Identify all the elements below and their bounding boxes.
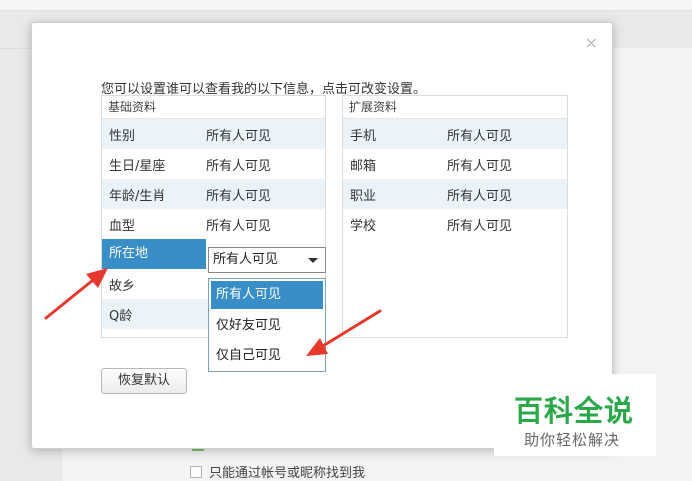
find-by-account-label: 只能通过帐号或昵称找到我 [209,466,366,481]
table-row[interactable]: 性别 所有人可见 [102,119,325,149]
visibility-value[interactable]: 所有人可见 [206,185,325,204]
option-everyone[interactable]: 所有人可见 [211,281,323,309]
field-label: 学校 [350,218,377,234]
visibility-value[interactable]: 所有人可见 [206,215,325,234]
table-row[interactable]: 职业 所有人可见 [343,179,567,209]
basic-info-header: 基础资料 [102,96,325,119]
visibility-value[interactable]: 所有人可见 [206,125,325,144]
field-label: 邮箱 [350,158,377,174]
field-label: 所在地 [102,239,206,269]
field-label: 生日/星座 [109,158,166,174]
watermark-subtitle: 助你轻松解决 [524,431,621,449]
find-by-account-checkbox[interactable] [190,465,202,478]
visibility-value[interactable]: 所有人可见 [447,125,567,144]
field-label: 血型 [109,218,136,234]
field-label: 手机 [350,128,377,144]
table-row[interactable]: 生日/星座 所有人可见 [102,149,325,179]
visibility-dropdown: 所有人可见 仅好友可见 仅自己可见 [208,278,326,372]
visibility-value[interactable]: 所有人可见 [447,155,567,174]
visibility-value[interactable]: 所有人可见 [447,185,567,204]
table-row[interactable]: 年龄/生肖 所有人可见 [102,179,325,209]
extended-info-header: 扩展资料 [343,96,567,119]
visibility-value[interactable]: 所有人可见 [206,155,325,174]
visibility-select[interactable]: 所有人可见 [208,247,326,273]
field-label: 年龄/生肖 [109,188,166,204]
reset-default-button[interactable]: 恢复默认 [101,368,187,394]
table-row[interactable]: 血型 所有人可见 [102,209,325,239]
option-friends-only[interactable]: 仅好友可见 [209,311,325,341]
watermark: 百科全说 助你轻松解决 [494,374,656,456]
watermark-title: 百科全说 [514,394,635,428]
background-option-row: 只能通过帐号或昵称找到我 [190,462,365,481]
chevron-down-icon[interactable] [308,258,318,263]
table-row[interactable]: 学校 所有人可见 [343,209,567,239]
extended-info-table: 扩展资料 手机 所有人可见 邮箱 所有人可见 职业 所有人可见 学校 所有人可见 [342,95,568,338]
table-row[interactable]: 手机 所有人可见 [343,119,567,149]
field-label: Q龄 [109,308,133,324]
table-row[interactable]: 邮箱 所有人可见 [343,149,567,179]
field-label: 性别 [109,128,136,144]
close-icon[interactable]: × [585,33,598,53]
field-label: 职业 [350,188,377,204]
background-topbar [0,0,692,11]
visibility-value[interactable]: 所有人可见 [447,215,567,234]
field-label: 故乡 [109,278,136,294]
select-value: 所有人可见 [213,252,279,267]
option-only-me[interactable]: 仅自己可见 [209,341,325,371]
